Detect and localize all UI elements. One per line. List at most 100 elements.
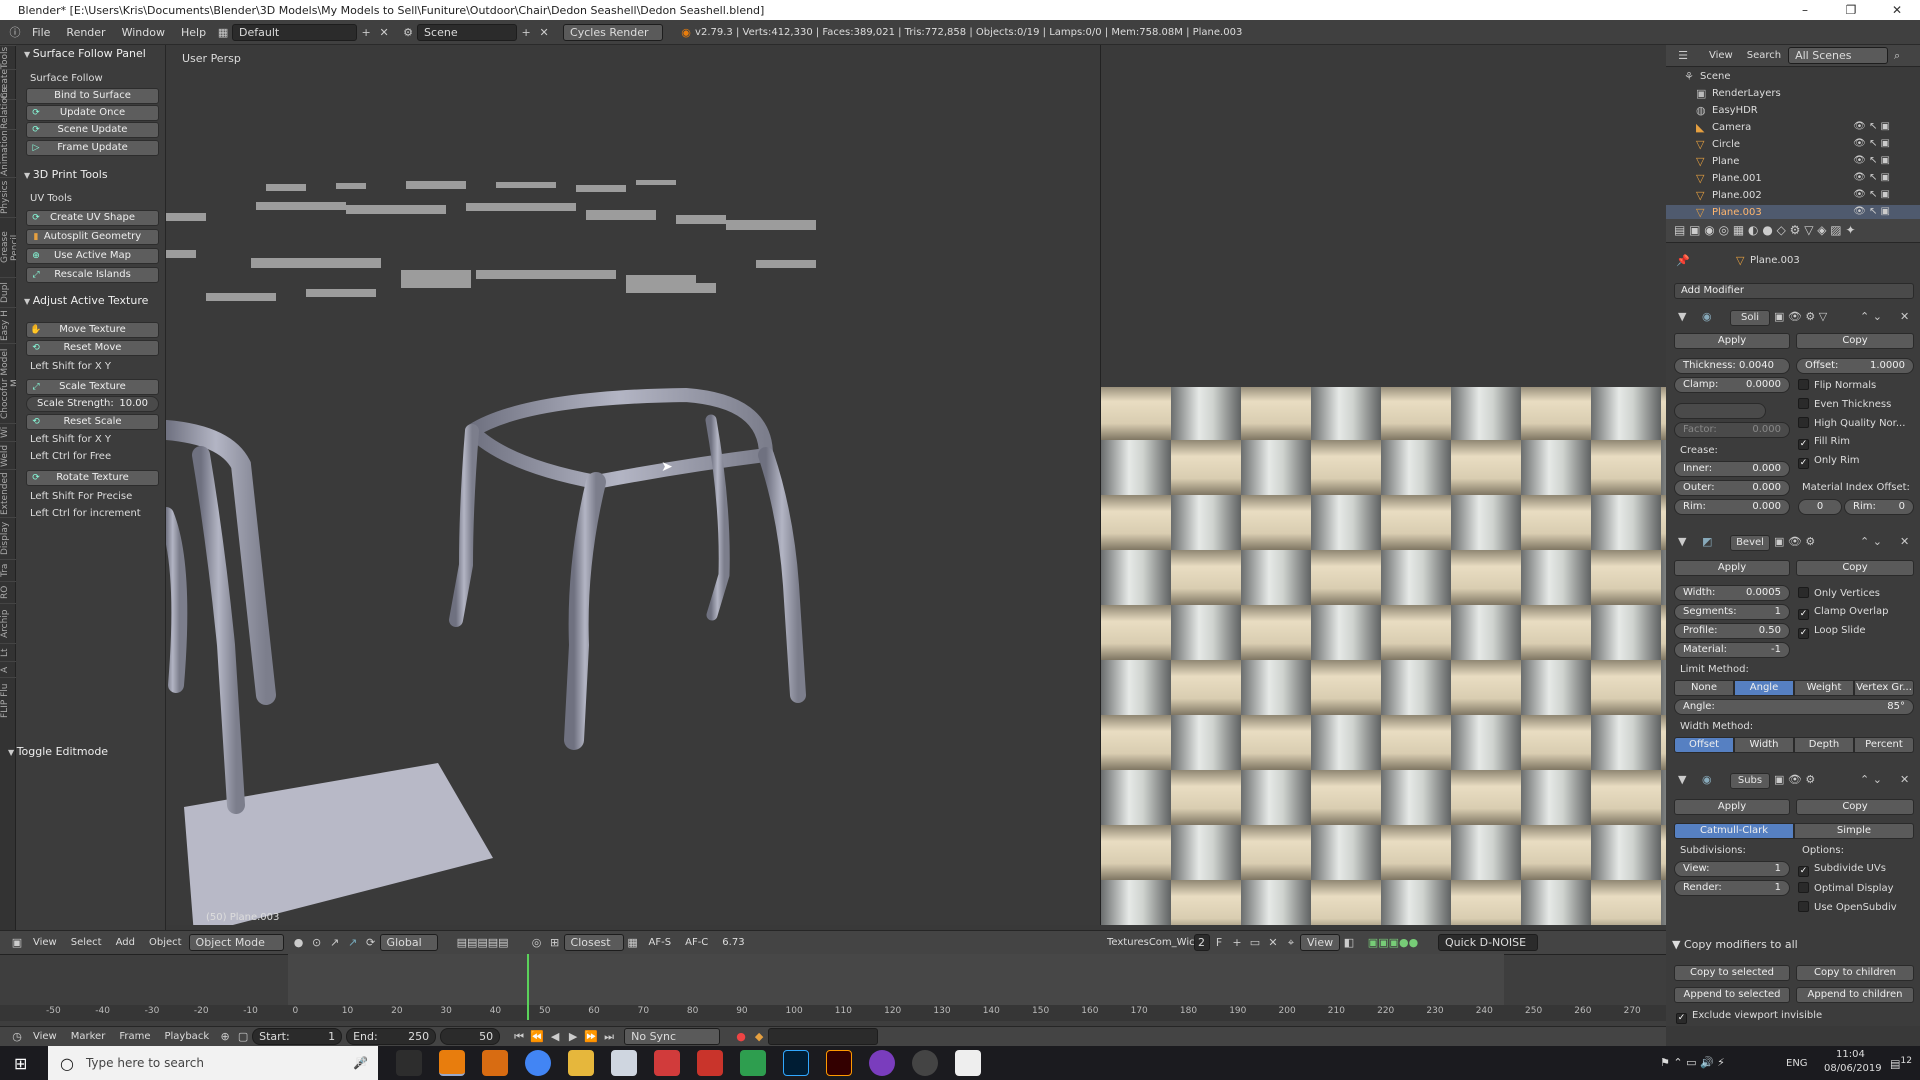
jump-end-icon[interactable]: ⏭ xyxy=(600,1028,618,1046)
preview-range-icon[interactable]: ⊕ xyxy=(216,1028,234,1046)
scene-field[interactable]: Scene xyxy=(417,23,518,41)
bevel-name-field[interactable]: Bevel xyxy=(1730,535,1770,551)
prev-key-icon[interactable]: ⏪ xyxy=(528,1028,546,1046)
shading-icon[interactable]: ● xyxy=(290,934,308,952)
editor-type-timeline-icon[interactable]: ◷ xyxy=(8,1028,26,1046)
tl-menu-frame[interactable]: Frame xyxy=(112,1031,157,1042)
collapse-icon[interactable]: ▼ xyxy=(1678,310,1686,323)
tab-relations[interactable]: Relations xyxy=(0,88,16,129)
collapse-icon[interactable]: ▼ xyxy=(1678,535,1686,548)
notification-icon[interactable]: ▤12 xyxy=(1890,1055,1912,1071)
windows-start-icon[interactable]: ⊞ xyxy=(14,1054,27,1073)
tab-tools[interactable]: Tools xyxy=(0,45,16,69)
bevel-material-field[interactable]: Material: -1 xyxy=(1674,642,1790,658)
tab-archip[interactable]: Archip xyxy=(0,603,16,643)
outliner[interactable]: ⚘ Scene ▣ RenderLayers ◍ EasyHDR ◣ Camera 👁 ↖… xyxy=(1666,67,1920,222)
high-quality-normals-checkbox[interactable]: High Quality Nor... xyxy=(1798,417,1905,429)
limit-none-button[interactable]: None xyxy=(1674,680,1734,696)
modifier-toggle-icons[interactable]: ▣ 👁 ⚙ ▽ xyxy=(1774,310,1827,323)
tab-lt[interactable]: Lt xyxy=(0,643,16,661)
width-percent-button[interactable]: Percent xyxy=(1854,737,1914,753)
use-active-map-button[interactable]: ⊕ Use Active Map xyxy=(26,248,159,264)
frame-update-button[interactable]: ▷ Frame Update xyxy=(26,140,159,156)
app-icon[interactable] xyxy=(611,1050,637,1076)
create-uv-shape-button[interactable]: ⟳ Create UV Shape xyxy=(26,210,159,226)
outliner-row[interactable]: ▣ RenderLayers xyxy=(1666,86,1920,103)
bevel-copy-button[interactable]: Copy xyxy=(1796,560,1914,576)
update-once-button[interactable]: ⟳ Update Once xyxy=(26,105,159,121)
photos-icon[interactable] xyxy=(955,1050,981,1076)
outliner-row[interactable]: ◍ EasyHDR xyxy=(1666,103,1920,120)
modifier-toggle-icons[interactable]: ▣ 👁 ⚙ xyxy=(1774,535,1815,548)
tl-menu-playback[interactable]: Playback xyxy=(157,1031,216,1042)
vp-menu-object[interactable]: Object xyxy=(142,937,189,948)
tab-extended[interactable]: Extended xyxy=(0,469,16,517)
inner-crease-field[interactable]: Inner: 0.000 xyxy=(1674,461,1790,477)
lock-icon[interactable]: ▢ xyxy=(234,1028,252,1046)
add-scene-icon[interactable]: + xyxy=(517,23,535,41)
reset-move-button[interactable]: ⟲ Reset Move xyxy=(26,340,159,356)
minimize-button[interactable]: – xyxy=(1782,0,1828,20)
rotate-icon[interactable]: ⟳ xyxy=(362,934,380,952)
use-opensubdiv-checkbox[interactable]: Use OpenSubdiv xyxy=(1798,901,1897,913)
tab-animation[interactable]: Animation xyxy=(0,129,16,177)
play-icon[interactable]: ▶ xyxy=(564,1028,582,1046)
thickness-field[interactable]: Thickness: 0.0040 xyxy=(1674,358,1790,374)
view-levels-field[interactable]: View: 1 xyxy=(1674,861,1790,877)
render-icon[interactable]: ▦ xyxy=(624,934,642,952)
clock-date[interactable]: 08/06/2019 xyxy=(1824,1063,1882,1074)
remove-modifier-icon[interactable]: ✕ xyxy=(1900,535,1909,548)
remove-layout-icon[interactable]: ✕ xyxy=(375,23,393,41)
fake-user-icon[interactable]: F xyxy=(1210,934,1228,952)
vertex-group-field[interactable] xyxy=(1674,403,1766,419)
image-editor[interactable] xyxy=(1100,45,1667,925)
start-frame-field[interactable]: Start: 1 xyxy=(252,1028,343,1045)
vp-menu-view[interactable]: View xyxy=(26,937,64,948)
factor-field[interactable]: Factor: 0.000 xyxy=(1674,422,1790,438)
copy-to-children-button[interactable]: Copy to children xyxy=(1796,965,1914,981)
pivot-icon[interactable]: ⊙ xyxy=(308,934,326,952)
clamp-field[interactable]: Clamp: 0.0000 xyxy=(1674,377,1790,393)
menu-window[interactable]: Window xyxy=(114,26,173,39)
exclude-invisible-checkbox[interactable]: ✓ Exclude viewport invisible xyxy=(1676,1010,1822,1024)
tab-grease-pencil[interactable]: Grease Pencil xyxy=(0,217,20,277)
image-view-menu[interactable]: View xyxy=(1300,934,1340,951)
outer-crease-field[interactable]: Outer: 0.000 xyxy=(1674,480,1790,496)
bevel-apply-button[interactable]: Apply xyxy=(1674,560,1790,576)
search-icon[interactable]: ⌕ xyxy=(1888,47,1906,65)
menu-file[interactable]: File xyxy=(24,26,58,39)
even-thickness-checkbox[interactable]: Even Thickness xyxy=(1798,398,1891,410)
catmull-clark-button[interactable]: Catmull-Clark xyxy=(1674,823,1794,839)
editor-type-outliner-icon[interactable]: ☰ xyxy=(1674,47,1692,65)
blender-alt-icon[interactable] xyxy=(482,1050,508,1076)
clock-time[interactable]: 11:04 xyxy=(1836,1049,1865,1060)
visibility-icon[interactable]: 👁 ↖ ▣ xyxy=(1853,121,1890,132)
solidify-copy-button[interactable]: Copy xyxy=(1796,333,1914,349)
calculator-icon[interactable] xyxy=(396,1050,422,1076)
scene-update-button[interactable]: ⟳ Scene Update xyxy=(26,122,159,138)
tab-display[interactable]: Display xyxy=(0,517,16,559)
visibility-icon[interactable]: 👁 ↖ ▣ xyxy=(1853,172,1890,183)
blender-taskbar-icon[interactable] xyxy=(439,1050,465,1076)
outliner-row[interactable]: ▽ Plane 👁 ↖ ▣ xyxy=(1666,154,1920,171)
tab-easy-h[interactable]: Easy H xyxy=(0,307,16,343)
visibility-icon[interactable]: 👁 ↖ ▣ xyxy=(1853,138,1890,149)
tab-ro[interactable]: RO xyxy=(0,581,16,603)
copy-to-selected-button[interactable]: Copy to selected xyxy=(1674,965,1790,981)
collapse-icon[interactable]: ▼ xyxy=(1678,773,1686,786)
outliner-row[interactable]: ▽ Plane.002 👁 ↖ ▣ xyxy=(1666,188,1920,205)
move-texture-button[interactable]: ✋ Move Texture xyxy=(26,322,159,338)
orientation-select[interactable]: Global xyxy=(379,934,438,951)
outliner-row[interactable]: ⚘ Scene xyxy=(1666,69,1920,86)
remove-scene-icon[interactable]: ✕ xyxy=(535,23,553,41)
open-image-icon[interactable]: ▭ xyxy=(1246,934,1264,952)
display-channels-icon[interactable]: ◧ xyxy=(1340,934,1358,952)
flip-normals-checkbox[interactable]: Flip Normals xyxy=(1798,379,1876,391)
illustrator-icon[interactable] xyxy=(826,1050,852,1076)
keying-set-icon[interactable]: ◆ xyxy=(750,1028,768,1046)
optimal-display-checkbox[interactable]: Optimal Display xyxy=(1798,882,1894,894)
screen-layout-icon[interactable]: ▦ xyxy=(214,23,232,41)
append-to-children-button[interactable]: Append to children xyxy=(1796,987,1914,1003)
manipulator-icon[interactable]: ↗ xyxy=(326,934,344,952)
outliner-menu-search[interactable]: Search xyxy=(1740,50,1788,61)
